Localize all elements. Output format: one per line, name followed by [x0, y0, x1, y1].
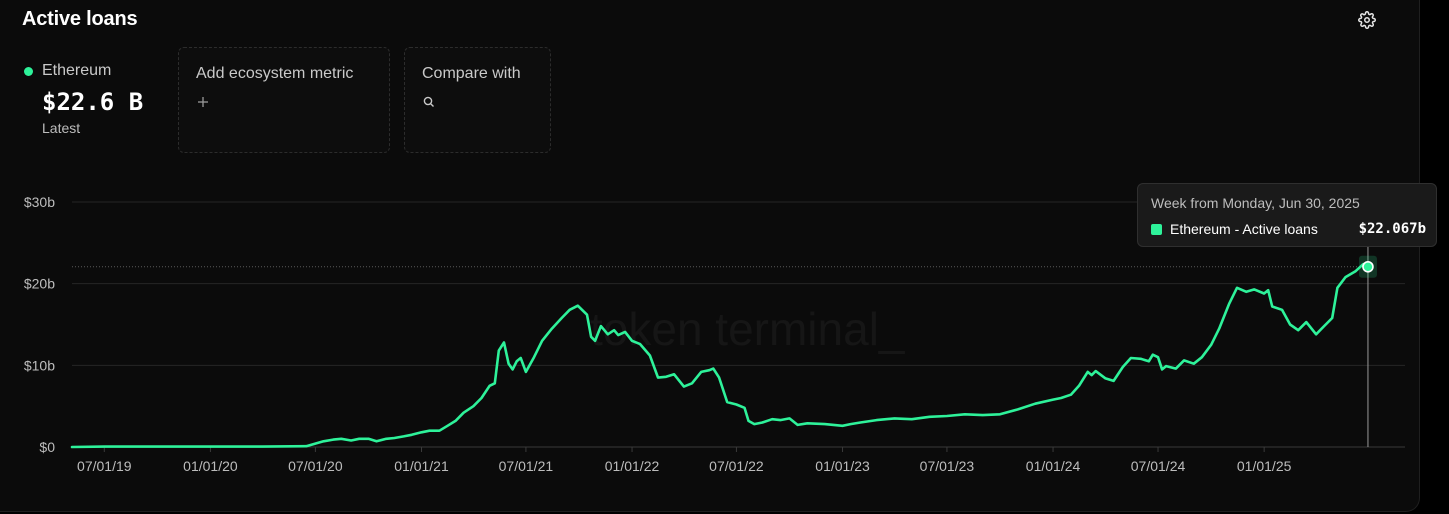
- y-tick-label: $30b: [24, 194, 55, 210]
- x-tick-label: 07/01/20: [288, 458, 343, 474]
- x-tick-label: 01/01/23: [815, 458, 870, 474]
- x-tick-label: 07/01/19: [77, 458, 132, 474]
- x-tick-label: 01/01/25: [1237, 458, 1292, 474]
- x-tick-label: 01/01/21: [394, 458, 449, 474]
- tooltip-title: Week from Monday, Jun 30, 2025: [1151, 195, 1360, 211]
- x-tick-label: 07/01/22: [709, 458, 764, 474]
- watermark: token terminal_: [590, 303, 906, 355]
- tooltip-series-label: Ethereum - Active loans: [1170, 221, 1318, 237]
- y-tick-label: $20b: [24, 276, 55, 292]
- y-tick-label: $10b: [24, 357, 55, 373]
- chart-tooltip: Week from Monday, Jun 30, 2025 Ethereum …: [1137, 183, 1437, 247]
- hover-point[interactable]: [1362, 260, 1374, 273]
- line-chart[interactable]: token terminal_ $0$10b$20b$30b 07/01/19 0…: [0, 0, 1449, 514]
- x-tick-label: 01/01/20: [183, 458, 238, 474]
- series-line-ethereum: [70, 262, 1370, 449]
- y-axis: $0 $10b $20b $30b: [24, 194, 55, 455]
- x-tick-label: 07/01/24: [1131, 458, 1186, 474]
- x-axis: 07/01/19 01/01/20 07/01/20 01/01/21 07/01/21…: [77, 447, 1292, 474]
- tooltip-value: $22.067b: [1358, 221, 1426, 237]
- x-tick-label: 07/01/23: [920, 458, 975, 474]
- tooltip-series-swatch: [1151, 224, 1162, 235]
- x-tick-label: 07/01/21: [499, 458, 554, 474]
- x-tick-label: 01/01/22: [605, 458, 660, 474]
- y-tick-label: $0: [39, 439, 55, 455]
- x-tick-label: 01/01/24: [1026, 458, 1081, 474]
